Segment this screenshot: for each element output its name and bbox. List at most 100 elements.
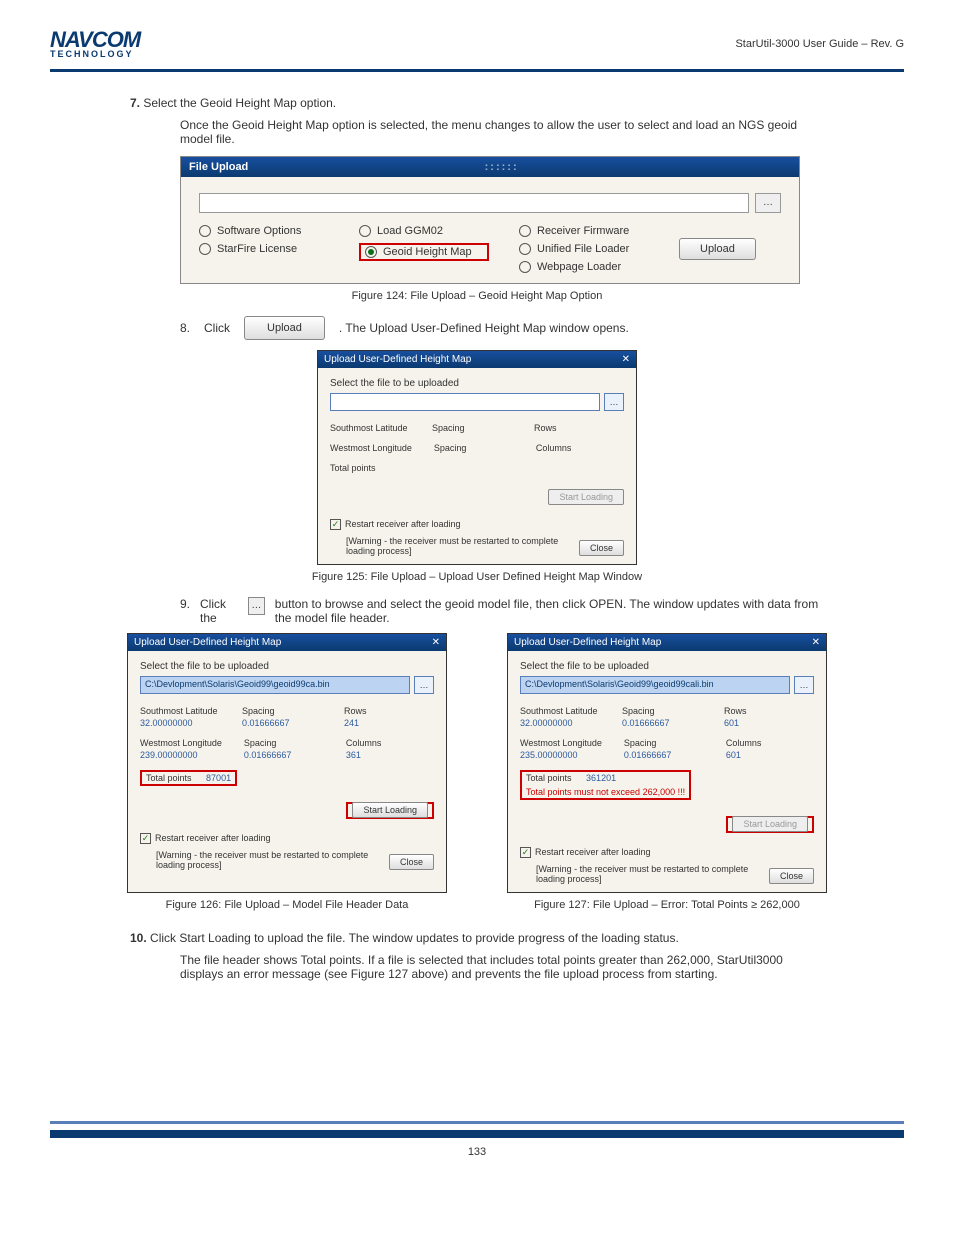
browse-icon[interactable]: … [604,393,624,411]
restart-warning: [Warning - the receiver must be restarte… [346,536,579,556]
total-points-val: 87001 [206,773,231,783]
step-10-num: 10. [130,931,147,945]
radio-unified-file-loader[interactable]: Unified File Loader [519,243,649,255]
rows-label: Rows [534,423,614,433]
close-icon[interactable]: ✕ [812,637,820,648]
footer-bar [50,1130,904,1138]
dialog-title: Upload User-Defined Height Map [514,637,661,648]
upload-button[interactable]: Upload [679,238,756,260]
step-7-body: Once the Geoid Height Map option is sele… [180,118,820,146]
restart-checkbox[interactable]: ✓ [140,833,151,844]
radio-label: Unified File Loader [537,243,629,255]
radio-icon [519,243,531,255]
step-7-text: Select the Geoid Height Map option. [143,96,336,110]
spacing-val: 0.01666667 [244,750,324,760]
start-loading-button[interactable]: Start Loading [352,802,428,818]
file-upload-titlebar: File Upload :::::: [181,157,799,177]
upload-height-map-dialog: Upload User-Defined Height Map ✕ Select … [317,350,637,565]
dialog-titlebar: Upload User-Defined Height Map ✕ [128,634,446,651]
start-loading-highlight: Start Loading [346,802,434,819]
spacing-label: Spacing [434,443,514,453]
westmost-val: 239.00000000 [140,750,222,760]
radio-icon [199,243,211,255]
spacing-label: Spacing [624,738,704,748]
columns-val: 361 [346,750,426,760]
browse-button[interactable]: … [755,193,781,213]
radio-receiver-firmware[interactable]: Receiver Firmware [519,225,649,237]
step-8-before: Click [204,321,230,335]
browse-button-inline[interactable]: … [248,597,265,615]
rows-val: 601 [724,718,804,728]
restart-warning: [Warning - the receiver must be restarte… [536,864,769,884]
file-path-input[interactable]: C:\Devlopment\Solaris\Geoid99\geoid99cal… [520,676,790,694]
southmost-val: 32.00000000 [140,718,220,728]
radio-software-options[interactable]: Software Options [199,225,329,237]
step-7: 7. Select the Geoid Height Map option. [130,96,904,110]
footer-rule [50,1121,904,1124]
southmost-label: Southmost Latitude [520,706,600,716]
close-button[interactable]: Close [769,868,814,884]
total-points-error: Total points must not exceed 262,000 !!! [526,787,685,797]
columns-label: Columns [726,738,806,748]
radio-geoid-height-map[interactable]: Geoid Height Map [359,243,489,261]
westmost-label: Westmost Longitude [330,443,412,453]
start-loading-disabled-highlight: Start Loading [726,816,814,833]
file-upload-title: File Upload [189,161,248,173]
westmost-label: Westmost Longitude [520,738,602,748]
grip-icon: :::::: [484,161,520,173]
total-points-highlight: Total points 87001 [140,770,237,786]
radio-icon [519,261,531,273]
spacing-val: 0.01666667 [242,718,322,728]
close-button[interactable]: Close [389,854,434,870]
page-header: NAVCOM TECHNOLOGY StarUtil-3000 User Gui… [50,30,904,59]
close-icon[interactable]: ✕ [622,354,630,365]
dialog-titlebar: Upload User-Defined Height Map ✕ [318,351,636,368]
radio-webpage-loader[interactable]: Webpage Loader [519,261,649,273]
spacing-label: Spacing [622,706,702,716]
restart-checkbox[interactable]: ✓ [520,847,531,858]
start-loading-button[interactable]: Start Loading [548,489,624,505]
upload-height-map-dialog-ok: Upload User-Defined Height Map ✕ Select … [127,633,447,893]
spacing-label: Spacing [432,423,512,433]
restart-label: Restart receiver after loading [155,833,271,843]
spacing-val: 0.01666667 [624,750,704,760]
rows-val: 241 [344,718,424,728]
westmost-val: 235.00000000 [520,750,602,760]
close-button[interactable]: Close [579,540,624,556]
figure-126-caption: Figure 126: File Upload – Model File Hea… [127,899,447,911]
spacing-label: Spacing [242,706,322,716]
columns-label: Columns [346,738,426,748]
figure-127-caption: Figure 127: File Upload – Error: Total P… [507,899,827,911]
radio-starfire-license[interactable]: StarFire License [199,243,329,255]
radio-label: StarFire License [217,243,297,255]
upload-height-map-dialog-error: Upload User-Defined Height Map ✕ Select … [507,633,827,893]
spacing-label: Spacing [244,738,324,748]
file-path-input[interactable]: C:\Devlopment\Solaris\Geoid99\geoid99ca.… [140,676,410,694]
select-file-label: Select the file to be uploaded [330,378,624,389]
upload-button-inline[interactable]: Upload [244,316,325,340]
figure-125-caption: Figure 125: File Upload – Upload User De… [50,571,904,583]
rows-label: Rows [724,706,804,716]
header-rule [50,69,904,72]
dialog-title: Upload User-Defined Height Map [134,637,281,648]
select-file-label: Select the file to be uploaded [520,661,814,672]
step-8: 8. Click Upload . The Upload User-Define… [180,316,904,340]
radio-label: Software Options [217,225,301,237]
browse-icon[interactable]: … [794,676,814,694]
file-path-input[interactable] [330,393,600,411]
radio-icon [519,225,531,237]
total-points-label: Total points [146,773,192,783]
logo-main: NAVCOM [50,30,140,50]
browse-icon[interactable]: … [414,676,434,694]
file-upload-body: … Software Options StarFire License Load… [181,177,799,283]
radio-load-ggm02[interactable]: Load GGM02 [359,225,489,237]
close-icon[interactable]: ✕ [432,637,440,648]
step-7-num: 7. [130,96,140,110]
spacing-val: 0.01666667 [622,718,702,728]
restart-checkbox[interactable]: ✓ [330,519,341,530]
dialog-titlebar: Upload User-Defined Height Map ✕ [508,634,826,651]
rows-label: Rows [344,706,424,716]
file-upload-path-input[interactable] [199,193,749,213]
radio-label: Load GGM02 [377,225,443,237]
step-10-note: The file header shows Total points. If a… [180,953,820,981]
